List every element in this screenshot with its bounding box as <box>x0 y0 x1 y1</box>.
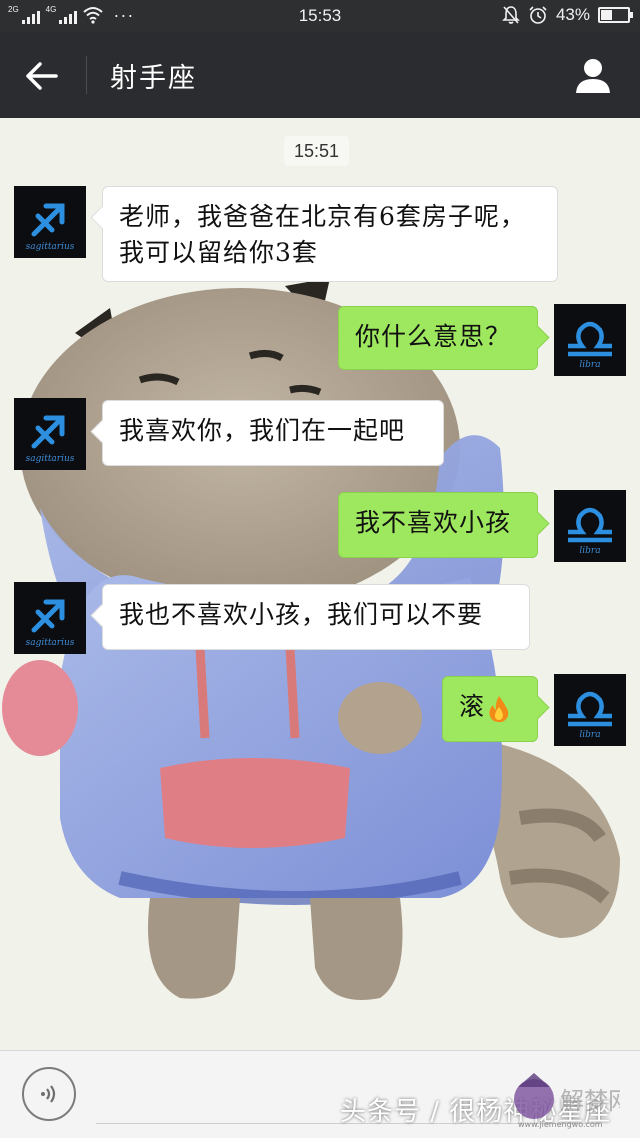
sender-avatar[interactable]: sagittarius <box>14 398 86 470</box>
mute-bell-icon <box>502 6 520 24</box>
message-text: 我不喜欢小孩 <box>355 508 512 537</box>
back-button[interactable] <box>20 54 64 98</box>
voice-icon <box>41 1085 56 1103</box>
fire-icon <box>489 695 509 722</box>
message-bubble-outgoing[interactable]: 你什么意思？ <box>338 306 538 370</box>
my-avatar-caption: libra <box>579 730 601 740</box>
input-bar: 头条号 / 很杨神秘星座 解梦网 www.jiemengwo.com <box>0 1050 640 1138</box>
sender-avatar-caption: sagittarius <box>25 242 75 252</box>
alarm-icon <box>529 6 547 24</box>
chat-title: 射手座 <box>110 63 197 94</box>
chat-info-button[interactable] <box>570 52 616 98</box>
status-bar: 2G 4G ··· 15:53 43% <box>0 0 640 32</box>
message-text: 你什么意思？ <box>355 322 512 351</box>
my-avatar[interactable]: libra <box>554 304 626 376</box>
chat-area[interactable]: 15:51 sagittarius 老师，我爸爸在北京有6套房子呢，我可以留给你… <box>0 118 640 1050</box>
watermark-logo-text: 解梦网 <box>560 1087 620 1115</box>
watermark-logo-icon: 解梦网 www.jiemengwo.com <box>514 1073 620 1129</box>
battery-icon <box>598 7 633 23</box>
message-text: 滚 <box>459 692 486 721</box>
message-text: 老师，我爸爸在北京有6套房子呢，我可以留给你3套 <box>119 202 526 267</box>
header-divider <box>86 56 87 94</box>
sender-avatar[interactable]: sagittarius <box>14 186 86 258</box>
my-avatar[interactable]: libra <box>554 674 626 746</box>
message-text: 我也不喜欢小孩，我们可以不要 <box>119 600 484 629</box>
voice-input-button[interactable] <box>22 1067 76 1121</box>
battery-level <box>601 10 612 20</box>
my-avatar-caption: libra <box>579 360 601 370</box>
message-bubble-outgoing[interactable]: 滚 <box>442 676 538 742</box>
my-avatar[interactable]: libra <box>554 490 626 562</box>
message-bubble-incoming[interactable]: 老师，我爸爸在北京有6套房子呢，我可以留给你3套 <box>102 186 558 282</box>
watermark-url: www.jiemengwo.com <box>518 1120 603 1129</box>
sender-avatar-caption: sagittarius <box>25 638 75 648</box>
message-bubble-incoming[interactable]: 我也不喜欢小孩，我们可以不要 <box>102 584 530 650</box>
message-timestamp: 15:51 <box>284 136 350 166</box>
sender-avatar-caption: sagittarius <box>25 454 75 464</box>
battery-percent: 43% <box>555 5 590 24</box>
arrow-left-icon <box>26 62 58 90</box>
person-icon <box>576 59 610 93</box>
sender-avatar[interactable]: sagittarius <box>14 582 86 654</box>
message-bubble-outgoing[interactable]: 我不喜欢小孩 <box>338 492 538 558</box>
message-text: 我喜欢你，我们在一起吧 <box>119 416 406 445</box>
message-bubble-incoming[interactable]: 我喜欢你，我们在一起吧 <box>102 400 444 466</box>
my-avatar-caption: libra <box>579 546 601 556</box>
chat-header: 射手座 <box>0 32 640 118</box>
